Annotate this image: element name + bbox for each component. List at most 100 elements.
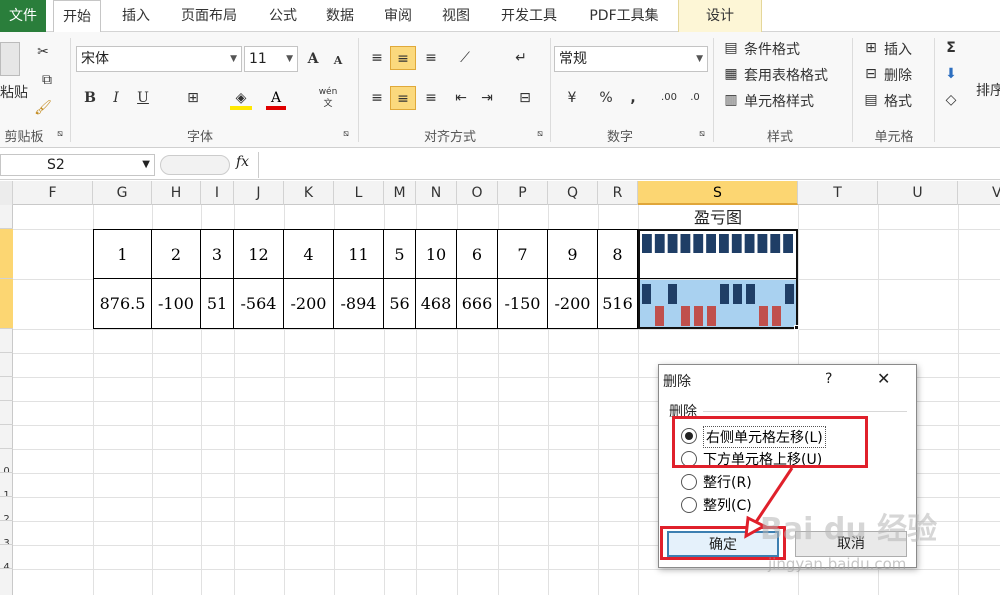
name-box[interactable]: S2 ▼ [0,154,155,176]
increase-decimal-icon[interactable]: .00 [658,86,680,110]
tab-view[interactable]: 视图 [430,0,482,32]
table-cell[interactable]: 8 [598,229,638,279]
number-format-combo[interactable]: 常规 ▼ [554,46,708,72]
align-bottom-icon[interactable]: ≡ [420,46,442,70]
table-format-icon[interactable]: ▦ [722,62,740,86]
tab-review[interactable]: 审阅 [372,0,424,32]
sparkline-cell-1[interactable] [640,231,796,279]
column-header-selected[interactable]: S [638,181,798,205]
table-cell[interactable]: 6 [457,229,498,279]
column-header[interactable]: N [416,181,457,205]
table-cell[interactable]: 1 [93,229,152,279]
table-cell[interactable]: 876.5 [93,279,152,329]
table-cell[interactable]: -894 [334,279,384,329]
font-size-combo[interactable]: 11 ▼ [244,46,298,72]
column-header[interactable]: M [384,181,416,205]
table-cell[interactable]: -100 [152,279,201,329]
table-cell[interactable]: 7 [498,229,548,279]
dialog-launcher-icon[interactable]: ⧅ [54,128,66,140]
sort-filter-button[interactable]: 排序 [976,80,1000,100]
column-header[interactable]: F [13,181,93,205]
fill-icon[interactable]: ⬇ [942,62,960,86]
table-cell[interactable]: 12 [234,229,284,279]
table-format-button[interactable]: 套用表格格式 [744,65,828,85]
table-cell[interactable]: 9 [548,229,598,279]
dialog-launcher-icon[interactable]: ⧅ [534,128,546,140]
shrink-font-icon[interactable]: A [330,49,346,73]
tab-page-layout[interactable]: 页面布局 [170,0,248,32]
column-header[interactable]: O [457,181,498,205]
paste-icon[interactable] [0,42,20,76]
insert-cells-icon[interactable]: ⊞ [862,36,880,60]
fill-handle[interactable] [794,325,799,330]
percent-button[interactable]: % [596,86,616,110]
row-header[interactable]: 0 [0,449,13,473]
table-cell[interactable]: -564 [234,279,284,329]
table-cell[interactable]: 4 [284,229,334,279]
align-left-icon[interactable]: ≡ [366,86,388,110]
tab-formulas[interactable]: 公式 [256,0,310,32]
row-header[interactable] [0,329,13,353]
row-header[interactable]: 1 [0,473,13,497]
tab-pdf-tools[interactable]: PDF工具集 [576,0,672,32]
cell-styles-button[interactable]: 单元格样式 [744,91,814,111]
column-header[interactable]: K [284,181,334,205]
align-center-icon[interactable]: ≡ [390,86,416,110]
table-cell[interactable]: 2 [152,229,201,279]
column-header[interactable]: L [334,181,384,205]
help-icon[interactable]: ? [825,371,832,387]
row-header[interactable] [0,377,13,401]
italic-button[interactable]: I [108,86,124,110]
border-icon[interactable]: ⊞ [182,86,204,110]
insert-cells-button[interactable]: 插入 [884,39,912,59]
bold-button[interactable]: B [82,86,98,110]
sheet-title-cell[interactable]: 盈亏图 [638,207,798,229]
table-cell[interactable]: 468 [416,279,457,329]
decrease-indent-icon[interactable]: ⇤ [450,86,472,110]
column-header[interactable]: G [93,181,152,205]
radio-entire-row[interactable] [681,474,697,490]
copy-icon[interactable]: ⧉ [32,68,62,92]
format-cells-icon[interactable]: ▤ [862,88,880,112]
tab-developer[interactable]: 开发工具 [490,0,568,32]
align-right-icon[interactable]: ≡ [420,86,442,110]
table-cell[interactable]: -200 [548,279,598,329]
column-header[interactable]: U [878,181,958,205]
formula-input[interactable] [258,152,1000,178]
row-header[interactable] [0,401,13,425]
align-middle-icon[interactable]: ≡ [390,46,416,70]
row-header-selected[interactable] [0,229,13,279]
comma-button[interactable]: , [624,86,642,110]
autosum-icon[interactable]: Σ [942,36,960,60]
font-name-combo[interactable]: 宋体 ▼ [76,46,242,72]
phonetic-icon[interactable]: wén 文 [316,86,340,110]
column-header[interactable]: J [234,181,284,205]
row-header[interactable] [0,425,13,449]
fill-color-icon[interactable]: ◈ [230,86,252,110]
table-cell[interactable]: -200 [284,279,334,329]
formula-bar-handle[interactable] [160,155,230,175]
underline-button[interactable]: U [134,86,152,110]
format-cells-button[interactable]: 格式 [884,91,912,111]
wrap-text-icon[interactable]: ↵ [510,46,532,70]
currency-icon[interactable]: ¥ [558,86,586,110]
orientation-icon[interactable]: ⟋ [450,46,480,70]
format-painter-icon[interactable]: 🖌 [32,96,54,120]
row-header[interactable]: 4 [0,545,13,569]
table-cell[interactable]: 11 [334,229,384,279]
cut-icon[interactable]: ✂ [32,40,54,64]
decrease-decimal-icon[interactable]: .0 [684,86,706,110]
table-cell[interactable]: 10 [416,229,457,279]
paste-label[interactable]: 粘贴 [0,82,28,102]
tab-insert[interactable]: 插入 [110,0,162,32]
cell-styles-icon[interactable]: ▥ [722,88,740,112]
tab-data[interactable]: 数据 [316,0,364,32]
clear-icon[interactable]: ◇ [942,88,960,112]
column-header[interactable]: R [598,181,638,205]
sparkline-cell-2[interactable] [640,280,796,327]
align-top-icon[interactable]: ≡ [366,46,388,70]
column-header[interactable]: I [201,181,234,205]
font-color-icon[interactable]: A [266,86,286,110]
select-all-corner[interactable] [0,181,13,205]
table-cell[interactable]: 5 [384,229,416,279]
